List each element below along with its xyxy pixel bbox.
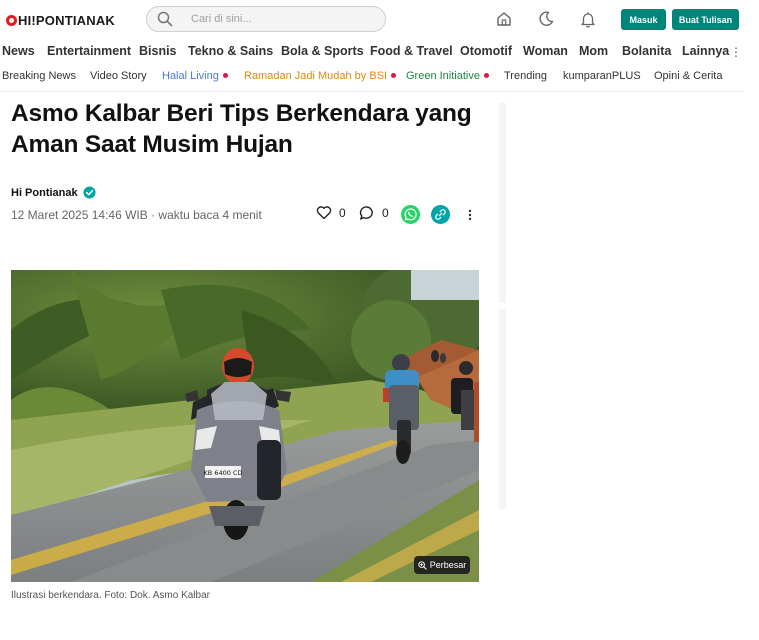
logo-text: HI!PONTIANAK <box>18 12 116 28</box>
nav-item-lainnya[interactable]: Lainnya <box>682 44 729 58</box>
motorcycle-road-image: KB 6400 CD <box>11 270 479 582</box>
search-icon <box>157 11 173 27</box>
subnav-label: Video Story <box>90 70 147 82</box>
subnav-label: Opini & Cerita <box>654 70 723 82</box>
live-dot-icon <box>483 72 489 78</box>
sub-nav: Breaking News Video Story Halal Living R… <box>0 70 759 86</box>
subnav-label: kumparanPLUS <box>563 70 641 82</box>
home-icon[interactable] <box>495 10 513 28</box>
subnav-halal-living[interactable]: Halal Living <box>162 70 228 82</box>
login-button[interactable]: Masuk <box>621 9 666 30</box>
copy-link-icon[interactable] <box>431 205 450 224</box>
comment-button[interactable]: 0 <box>359 205 389 221</box>
nav-item-bolanita[interactable]: Bolanita <box>622 44 671 58</box>
plate-text: KB 6400 CD <box>204 469 243 477</box>
nav-item-otomotif[interactable]: Otomotif <box>460 44 512 58</box>
sidebar-ad-slot-1 <box>499 103 739 303</box>
nav-item-bisnis[interactable]: Bisnis <box>139 44 177 58</box>
more-vertical-icon[interactable]: ⋮ <box>730 45 742 59</box>
nav-item-bola-sports[interactable]: Bola & Sports <box>281 44 364 58</box>
nav-item-food-travel[interactable]: Food & Travel <box>370 44 453 58</box>
nav-item-mom[interactable]: Mom <box>579 44 608 58</box>
heart-icon <box>316 206 332 220</box>
article-photo[interactable]: KB 6400 CD <box>11 270 479 582</box>
comment-icon <box>359 206 373 220</box>
subnav-label: Halal Living <box>162 70 219 82</box>
zoom-in-icon <box>418 560 427 570</box>
search-bar[interactable] <box>146 6 386 32</box>
enlarge-label: Perbesar <box>429 560 467 570</box>
whatsapp-share-icon[interactable] <box>401 205 420 224</box>
author-line[interactable]: Hi Pontianak <box>11 186 96 199</box>
site-logo[interactable]: HI!PONTIANAK <box>6 12 115 28</box>
category-nav: News Entertainment Bisnis Tekno & Sains … <box>0 42 759 62</box>
comment-count: 0 <box>382 206 389 220</box>
top-header: HI!PONTIANAK Masuk Buat Tulisan <box>0 0 759 40</box>
article-meta: 12 Maret 2025 14:46 WIB · waktu baca 4 m… <box>11 208 262 222</box>
subnav-trending[interactable]: Trending <box>504 70 547 82</box>
verified-badge-icon <box>83 186 96 199</box>
search-input[interactable] <box>191 13 371 25</box>
ad-slot-content <box>506 103 739 303</box>
ad-slot-content <box>506 309 739 509</box>
nav-divider <box>0 91 745 92</box>
article-title: Asmo Kalbar Beri Tips Berkendara yang Am… <box>11 100 472 158</box>
dark-mode-icon[interactable] <box>537 10 555 28</box>
nav-item-tekno-sains[interactable]: Tekno & Sains <box>188 44 273 58</box>
write-article-button[interactable]: Buat Tulisan <box>672 9 739 30</box>
nav-item-woman[interactable]: Woman <box>523 44 568 58</box>
logo-mark-icon <box>6 14 17 26</box>
subnav-label: Trending <box>504 70 548 82</box>
more-options-icon[interactable] <box>466 208 474 222</box>
author-name[interactable]: Hi Pontianak <box>11 187 78 199</box>
subnav-label: Breaking News <box>2 70 76 82</box>
subnav-kumparanplus[interactable]: kumparanPLUS <box>563 70 641 82</box>
nav-item-entertainment[interactable]: Entertainment <box>47 44 131 58</box>
subnav-ramadan[interactable]: Ramadan Jadi Mudah by BSI <box>244 70 397 82</box>
subnav-opini-cerita[interactable]: Opini & Cerita <box>654 70 722 82</box>
subnav-label: Ramadan Jadi Mudah by BSI <box>244 70 388 82</box>
photo-caption: Ilustrasi berkendara. Foto: Dok. Asmo Ka… <box>11 590 210 601</box>
subnav-label: Green Initiative <box>406 70 480 82</box>
nav-item-news[interactable]: News <box>2 44 35 58</box>
subnav-video-story[interactable]: Video Story <box>90 70 147 82</box>
live-dot-icon <box>391 72 397 78</box>
like-button[interactable]: 0 <box>316 205 346 220</box>
sidebar-ad-slot-2 <box>499 309 739 509</box>
enlarge-button[interactable]: Perbesar <box>414 556 470 574</box>
subnav-breaking-news[interactable]: Breaking News <box>2 70 76 82</box>
like-count: 0 <box>339 205 346 220</box>
notification-bell-icon[interactable] <box>579 10 597 28</box>
live-dot-icon <box>222 72 228 78</box>
subnav-green-initiative[interactable]: Green Initiative <box>406 70 489 82</box>
